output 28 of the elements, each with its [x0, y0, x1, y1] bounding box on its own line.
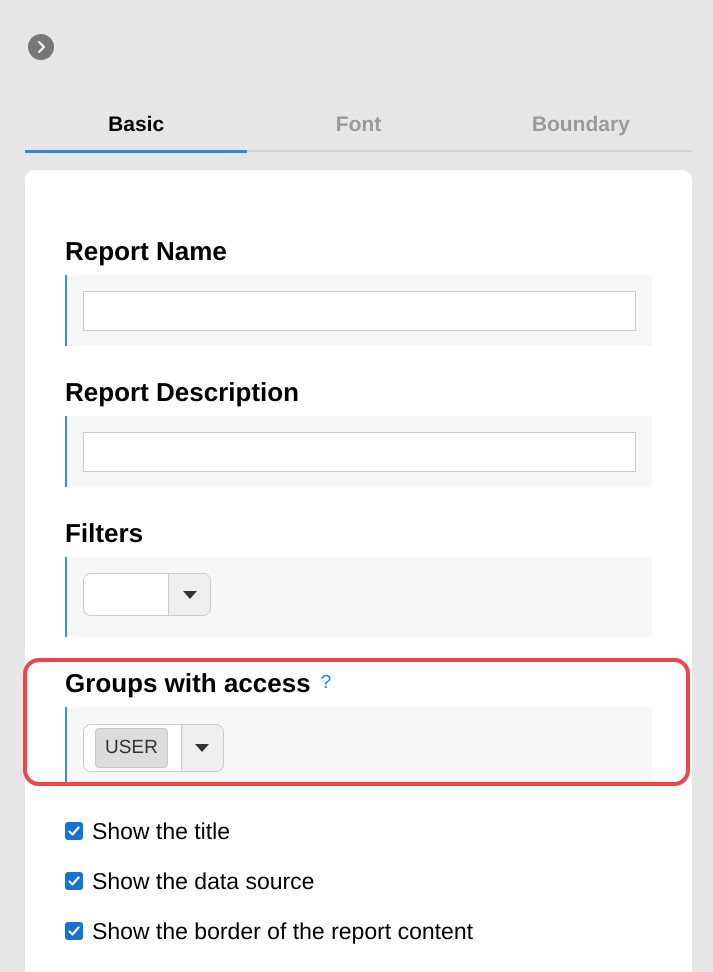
- caret-down-icon: [182, 590, 196, 598]
- tab[interactable]: Boundary: [470, 100, 692, 152]
- field-label: Report Name: [65, 236, 227, 266]
- dropdown-toggle[interactable]: [168, 574, 210, 615]
- dropdown-toggle[interactable]: [180, 725, 223, 771]
- checkbox-label: Show the title: [92, 817, 230, 846]
- tab[interactable]: Basic: [25, 100, 248, 153]
- field-label: Filters: [65, 518, 144, 548]
- expand-button[interactable]: [28, 34, 54, 60]
- checkbox[interactable]: [65, 822, 83, 840]
- select-field[interactable]: [83, 573, 211, 616]
- checkmark-icon: [68, 826, 80, 836]
- checkmark-icon: [68, 876, 80, 886]
- checkmark-icon: [68, 926, 80, 936]
- select-field[interactable]: USER: [83, 724, 224, 772]
- chevron-right-icon: [28, 34, 54, 60]
- tag-chip: USER: [95, 728, 168, 768]
- checkbox-label: Show the data source: [92, 867, 314, 896]
- text-input[interactable]: [83, 291, 636, 331]
- checkbox[interactable]: [65, 922, 83, 940]
- tab[interactable]: Font: [247, 100, 470, 152]
- checkbox-label: Show the border of the report content: [92, 917, 474, 946]
- help-button[interactable]: ?: [320, 672, 332, 694]
- checkbox[interactable]: [65, 872, 83, 890]
- field-label: Groups with access: [65, 668, 311, 698]
- text-input[interactable]: [83, 432, 636, 472]
- caret-down-icon: [195, 744, 210, 752]
- field-label: Report Description: [65, 377, 300, 407]
